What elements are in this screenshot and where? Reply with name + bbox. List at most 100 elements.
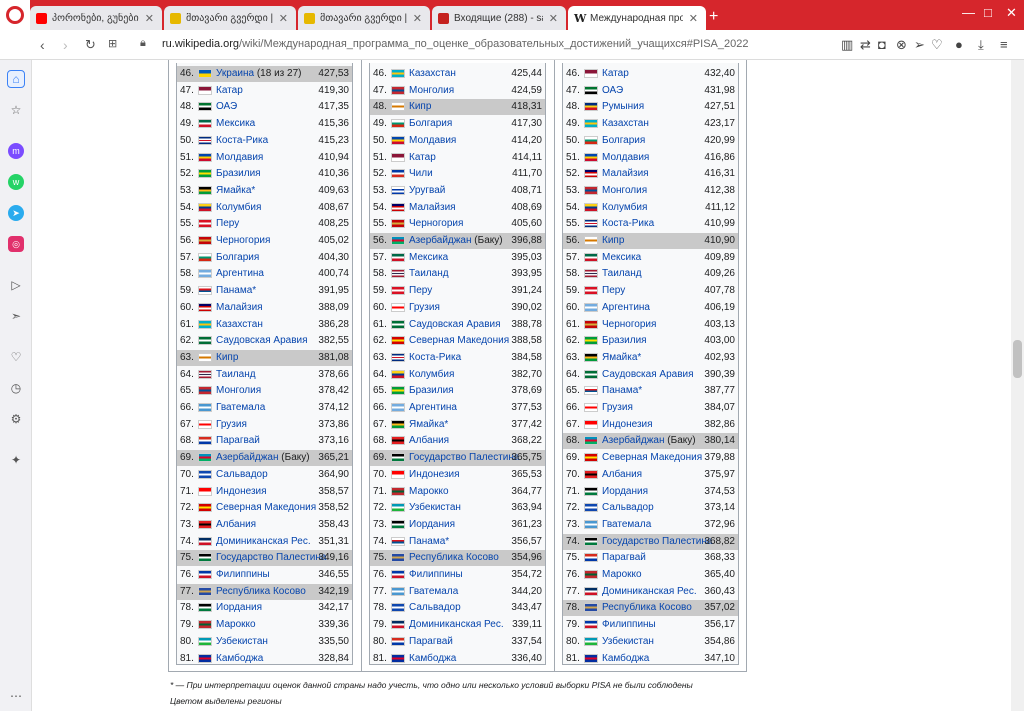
country-link[interactable]: Республика Косово — [602, 600, 692, 616]
country-link[interactable]: Иордания — [602, 484, 648, 500]
browser-tab[interactable]: Входящие (288) - sandroraz ✕ — [432, 6, 566, 30]
url-field[interactable]: ru.wikipedia.org/wiki/Международная_прог… — [162, 38, 748, 50]
country-link[interactable]: Филиппины — [216, 567, 270, 583]
country-link[interactable]: Индонезия — [602, 417, 653, 433]
country-link[interactable]: Румыния — [602, 99, 644, 115]
country-link[interactable]: Албания — [216, 517, 256, 533]
country-link[interactable]: Албания — [409, 433, 449, 449]
country-link[interactable]: Кипр — [602, 233, 624, 249]
country-link[interactable]: Перу — [409, 283, 432, 299]
country-link[interactable]: Узбекистан — [602, 634, 654, 650]
lock-icon[interactable]: 🔒︎ — [140, 37, 146, 50]
country-link[interactable]: Доминиканская Рес. — [216, 534, 311, 550]
country-link[interactable]: Чили — [409, 166, 433, 182]
country-link[interactable]: Саудовская Аравия — [409, 317, 501, 333]
country-link[interactable]: Сальвадор — [409, 600, 461, 616]
country-link[interactable]: Азербайджан (Баку) — [409, 233, 503, 249]
country-link[interactable]: Азербайджан (Баку) — [216, 450, 310, 466]
country-link[interactable]: Камбоджа — [409, 651, 456, 667]
bookmarks-icon[interactable]: ♡ — [8, 349, 24, 365]
messenger-icon[interactable]: m — [8, 143, 24, 159]
scrollbar-thumb[interactable] — [1013, 340, 1022, 378]
country-link[interactable]: Саудовская Аравия — [216, 333, 308, 349]
country-link[interactable]: Филиппины — [409, 567, 463, 583]
reload-icon[interactable]: ↻ — [85, 37, 96, 53]
country-link[interactable]: Индонезия — [409, 467, 460, 483]
country-link[interactable]: Панама* — [409, 534, 449, 550]
translate-icon[interactable]: ⇄ — [860, 37, 871, 53]
country-link[interactable]: Казахстан — [216, 317, 263, 333]
whatsapp-icon[interactable]: w — [8, 174, 24, 190]
country-link[interactable]: Гватемала — [602, 517, 651, 533]
country-link[interactable]: Республика Косово — [409, 550, 499, 566]
country-link[interactable]: ОАЭ — [602, 83, 623, 99]
maximize-icon[interactable]: □ — [984, 5, 992, 20]
country-link[interactable]: Колумбия — [602, 200, 647, 216]
country-link[interactable]: Марокко — [409, 484, 449, 500]
home-icon[interactable]: ⌂ — [7, 70, 25, 88]
my-flow-icon[interactable]: ➣ — [8, 308, 24, 324]
country-link[interactable]: Саудовская Аравия — [602, 367, 694, 383]
country-link[interactable]: Коста-Рика — [216, 133, 268, 149]
country-link[interactable]: Панама* — [216, 283, 256, 299]
country-link[interactable]: Монголия — [216, 383, 261, 399]
speed-dial-icon[interactable]: ⊞ — [108, 37, 117, 50]
country-link[interactable]: Северная Македония — [409, 333, 509, 349]
country-link[interactable]: Мексика — [602, 250, 641, 266]
opera-logo-icon[interactable] — [0, 0, 30, 30]
country-link[interactable]: ОАЭ — [216, 99, 237, 115]
tab-close-icon[interactable]: ✕ — [145, 12, 154, 25]
new-tab-button[interactable]: + — [709, 8, 718, 26]
country-link[interactable]: Ямайка* — [216, 183, 255, 199]
country-link[interactable]: Сальвадор — [216, 467, 268, 483]
country-link[interactable]: Кипр — [216, 350, 238, 366]
back-icon[interactable]: ‹ — [40, 37, 45, 53]
browser-tab[interactable]: WМеждународная програм ✕ — [568, 6, 706, 30]
country-link[interactable]: Гватемала — [409, 584, 458, 600]
telegram-icon[interactable]: ➤ — [8, 205, 24, 221]
tab-close-icon[interactable]: ✕ — [413, 12, 422, 25]
menu-icon[interactable]: ≡ — [1000, 37, 1008, 52]
country-link[interactable]: Кипр — [409, 99, 431, 115]
country-link[interactable]: Монголия — [409, 83, 454, 99]
country-link[interactable]: Грузия — [216, 417, 247, 433]
more-icon[interactable]: ⋯ — [8, 688, 24, 704]
country-link[interactable]: Украина (18 из 27) — [216, 66, 302, 82]
country-link[interactable]: Казахстан — [409, 66, 456, 82]
country-link[interactable]: Государство Палестина — [216, 550, 326, 566]
country-link[interactable]: Доминиканская Рес. — [602, 584, 697, 600]
browser-tab[interactable]: პორონები, გუნები, ფილ ✕ — [30, 6, 162, 30]
country-link[interactable]: Монголия — [602, 183, 647, 199]
country-link[interactable]: Молдавия — [216, 150, 263, 166]
country-link[interactable]: Грузия — [409, 300, 440, 316]
country-link[interactable]: Малайзия — [216, 300, 263, 316]
country-link[interactable]: Катар — [216, 83, 243, 99]
country-link[interactable]: Иордания — [216, 600, 262, 616]
country-link[interactable]: Бразилия — [602, 333, 647, 349]
country-link[interactable]: Гватемала — [216, 400, 265, 416]
country-link[interactable]: Бразилия — [409, 383, 454, 399]
country-link[interactable]: Узбекистан — [216, 634, 268, 650]
country-link[interactable]: Катар — [409, 150, 436, 166]
country-link[interactable]: Казахстан — [602, 116, 649, 132]
country-link[interactable]: Молдавия — [409, 133, 456, 149]
country-link[interactable]: Марокко — [602, 567, 642, 583]
country-link[interactable]: Мексика — [216, 116, 255, 132]
country-link[interactable]: Северная Македония — [216, 500, 316, 516]
player-icon[interactable]: ▷ — [8, 277, 24, 293]
country-link[interactable]: Сальвадор — [602, 500, 654, 516]
minimize-icon[interactable]: — — [962, 5, 975, 20]
snapshot-icon[interactable]: ◘ — [878, 37, 886, 52]
browser-tab[interactable]: მთავარი გვერდი | Amino ✕ — [298, 6, 430, 30]
country-link[interactable]: Бразилия — [216, 166, 261, 182]
country-link[interactable]: Аргентина — [216, 266, 264, 282]
adblock-icon[interactable]: ⊗ — [896, 37, 907, 53]
country-link[interactable]: Грузия — [602, 400, 633, 416]
forward-icon[interactable]: › — [63, 37, 68, 53]
close-window-icon[interactable]: ✕ — [1006, 5, 1017, 21]
country-link[interactable]: Аргентина — [602, 300, 650, 316]
country-link[interactable]: Болгария — [409, 116, 452, 132]
country-link[interactable]: Парагвай — [216, 433, 260, 449]
country-link[interactable]: Аргентина — [409, 400, 457, 416]
country-link[interactable]: Камбоджа — [216, 651, 263, 667]
